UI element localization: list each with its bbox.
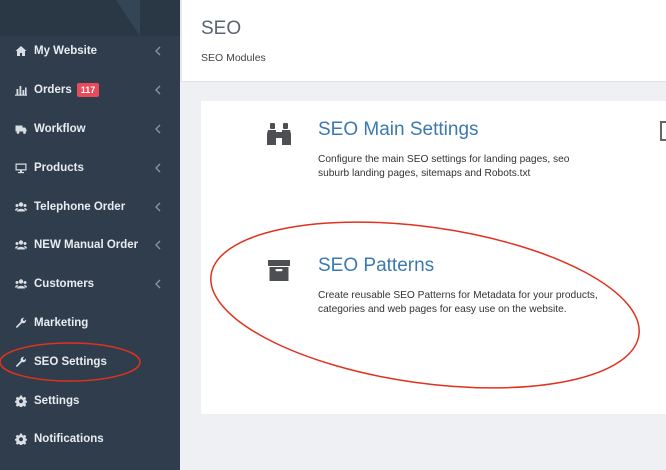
chevron-left-icon <box>154 85 164 95</box>
chevron-left-icon <box>154 124 164 134</box>
sidebar-item-label: Customers <box>34 278 95 291</box>
sidebar-nav: My Website Orders 117 Workflow Products … <box>0 32 180 459</box>
sidebar-item-products[interactable]: Products <box>0 148 180 187</box>
chevron-left-icon <box>154 202 164 212</box>
sidebar-item-orders[interactable]: Orders 117 <box>0 71 180 110</box>
page-title: SEO <box>201 18 242 39</box>
sidebar-item-label: NEW Manual Order <box>34 239 139 252</box>
sidebar-item-label: SEO Settings <box>34 355 107 368</box>
sidebar-item-workflow[interactable]: Workflow <box>0 110 180 149</box>
sidebar-item-new-manual-order[interactable]: NEW Manual Order <box>0 226 180 265</box>
sidebar-header <box>0 0 180 36</box>
sidebar: My Website Orders 117 Workflow Products … <box>0 0 180 470</box>
module-title-link[interactable]: SEO Patterns <box>318 255 434 277</box>
users-icon <box>14 278 28 290</box>
wrench-icon <box>14 356 28 368</box>
sidebar-item-label: Settings <box>34 394 80 407</box>
chevron-left-icon <box>154 279 164 289</box>
page-subtitle: SEO Modules <box>201 52 266 64</box>
module-seo-patterns: SEO Patterns Create reusable SEO Pattern… <box>201 241 666 351</box>
sidebar-item-settings[interactable]: Settings <box>0 381 180 420</box>
sidebar-item-label: Notifications <box>34 433 104 446</box>
truck-icon <box>14 123 28 135</box>
module-description: Create reusable SEO Patterns for Metadat… <box>318 290 598 315</box>
users-icon <box>14 239 28 251</box>
sidebar-item-my-website[interactable]: My Website <box>0 32 180 71</box>
binoculars-icon <box>265 120 293 148</box>
sidebar-item-customers[interactable]: Customers <box>0 265 180 304</box>
archive-box-icon <box>265 256 293 284</box>
chevron-left-icon <box>154 240 164 250</box>
sidebar-item-notifications[interactable]: Notifications <box>0 420 180 459</box>
sidebar-item-label: Orders <box>34 84 72 97</box>
sidebar-item-label: Products <box>34 161 84 174</box>
chevron-left-icon <box>154 163 164 173</box>
sidebar-item-label: Telephone Order <box>34 200 126 213</box>
sidebar-item-telephone-order[interactable]: Telephone Order <box>0 187 180 226</box>
users-icon <box>14 201 28 213</box>
seo-modules-panel: SEO Main Settings Configure the main SEO… <box>201 101 666 414</box>
gear-icon <box>14 433 28 446</box>
sidebar-item-label: My Website <box>34 45 98 58</box>
orders-count-badge: 117 <box>76 83 100 98</box>
monitor-icon <box>14 162 28 174</box>
sidebar-item-seo-settings[interactable]: SEO Settings <box>0 342 180 381</box>
bar-chart-icon <box>14 84 28 96</box>
home-icon <box>14 45 28 57</box>
sidebar-item-label: Workflow <box>34 122 86 135</box>
module-title-link[interactable]: SEO Main Settings <box>318 119 479 141</box>
sidebar-item-marketing[interactable]: Marketing <box>0 304 180 343</box>
wrench-icon <box>14 317 28 329</box>
module-description: Configure the main SEO settings for land… <box>318 154 570 179</box>
sidebar-item-label: Marketing <box>34 316 89 329</box>
module-seo-main-settings: SEO Main Settings Configure the main SEO… <box>201 101 666 201</box>
gear-icon <box>14 395 28 407</box>
chevron-left-icon <box>154 46 164 56</box>
page-header: SEO SEO Modules <box>180 0 666 82</box>
header-divider <box>180 0 182 82</box>
